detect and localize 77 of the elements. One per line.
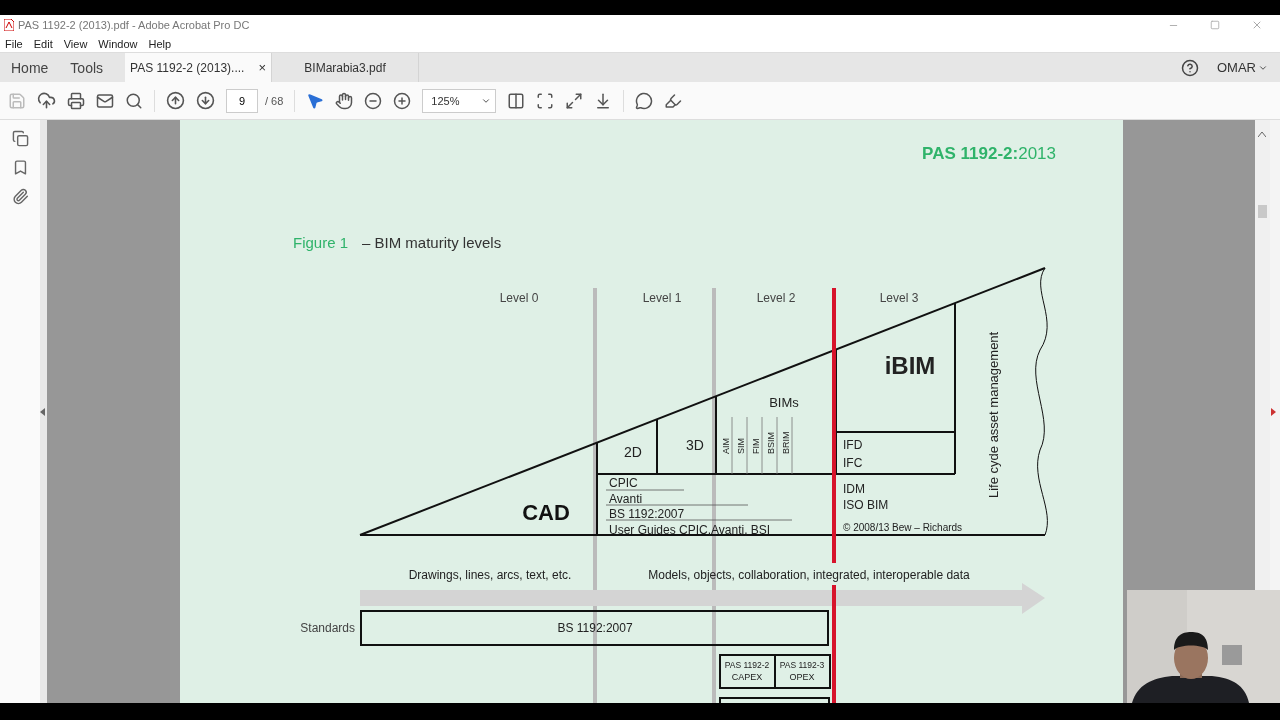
copyright-note: © 2008/13 Bew – Richards	[842, 522, 962, 533]
highlighter-icon	[664, 91, 683, 110]
menu-item[interactable]: Help	[148, 37, 172, 50]
search-icon	[125, 91, 143, 110]
fit-page-icon	[536, 91, 555, 110]
close-icon[interactable]	[1251, 19, 1263, 31]
level-1-item: BS 1192:2007	[608, 507, 684, 521]
tab-close-button[interactable]: ×	[258, 60, 266, 75]
figure-title: – BIM maturity levels	[361, 234, 501, 251]
pdf-file-icon	[4, 19, 14, 31]
scroll-up-icon[interactable]	[1258, 132, 1266, 137]
scrollbar-thumb[interactable]	[1258, 205, 1267, 218]
ibim-label: iBIM	[884, 352, 935, 379]
page-count: / 68	[265, 94, 284, 107]
pas-phase: CAPEX	[731, 672, 762, 682]
full-screen-icon	[565, 91, 584, 110]
pas-phase: OPEX	[789, 672, 814, 682]
level-1-item: User Guides CPIC,Avanti, BSI	[608, 522, 770, 537]
print-icon	[67, 91, 85, 110]
hand-icon	[335, 91, 354, 110]
lifecycle-label: Life cyde asset management	[985, 331, 1001, 498]
level-label: Level 0	[499, 291, 538, 305]
upload-icon	[37, 91, 56, 110]
menu-item[interactable]: File	[5, 37, 23, 50]
zoom-in-icon	[393, 91, 412, 110]
tab-label: BIMarabia3.pdf	[304, 60, 386, 75]
attachment-icon	[11, 188, 29, 205]
collapse-arrow-icon[interactable]	[40, 407, 46, 416]
bim-type-label: FIM	[750, 438, 761, 454]
scroll-mode-icon	[507, 91, 526, 110]
bim-type-label: AIM	[720, 438, 731, 454]
pas-code: PAS 1192-2	[724, 660, 769, 670]
pas-code: PAS 1192-3	[779, 660, 824, 670]
next-page-icon	[196, 91, 215, 110]
mail-icon	[96, 91, 114, 110]
level-3-standard: IDM	[842, 482, 865, 496]
nav-link[interactable]: Tools	[59, 53, 115, 82]
bim-type-label: BSIM	[765, 432, 776, 454]
standard-name: BS 1192:2007	[556, 621, 633, 635]
menu-item[interactable]: Window	[98, 37, 138, 50]
comment-icon	[635, 91, 654, 110]
standards-label: Standards	[299, 621, 355, 635]
level-3-standard: ISO BIM	[842, 498, 888, 512]
bim-type-label: BRIM	[780, 431, 791, 454]
cad-label: CAD	[521, 500, 570, 525]
nav-link[interactable]: Home	[0, 53, 60, 82]
level-label: Level 3	[879, 291, 918, 305]
level-1-item: Avanti	[608, 491, 642, 506]
pas-frame	[718, 654, 776, 689]
menu-item[interactable]: Edit	[33, 37, 53, 50]
tab-label: PAS 1192-2 (2013)....	[130, 60, 245, 75]
page-number-field[interactable]: 9	[226, 88, 258, 113]
level-label: Level 2	[756, 291, 795, 305]
level-3-item: IFC	[842, 456, 862, 470]
bim-type-label: SIM	[735, 438, 746, 454]
previous-page-icon	[166, 91, 185, 110]
expand-arrow-icon[interactable]	[1270, 407, 1276, 416]
zoom-dropdown[interactable]: 125%	[422, 88, 497, 113]
level-label: Level 1	[642, 291, 681, 305]
window-title: PAS 1192-2 (2013).pdf - Adobe Acrobat Pro DC	[18, 19, 251, 31]
2d-label: 2D	[623, 444, 642, 460]
menu-item[interactable]: View	[63, 37, 88, 50]
bims-label: BIMs	[768, 395, 799, 410]
level-1-item: CPIC	[608, 476, 638, 490]
arrow-caption: Drawings, lines, arcs, text, etc.	[408, 568, 571, 582]
pages-icon	[11, 130, 29, 147]
document-header: PAS 1192-2:2013	[921, 144, 1056, 163]
arrow-caption: Models, objects, collaboration, integrated, interoperable data	[647, 568, 970, 582]
3d-label: 3D	[685, 437, 704, 453]
document-tab[interactable]: PAS 1192-2 (2013).... ×	[125, 53, 273, 82]
account-menu[interactable]: OMAR	[1199, 53, 1280, 82]
figure-label: Figure 1	[292, 234, 348, 251]
zoom-out-icon	[364, 91, 383, 110]
pas-frame	[773, 654, 831, 689]
level-3-item: IFD	[842, 438, 862, 452]
pointer-icon	[306, 91, 325, 110]
save-icon	[8, 91, 26, 110]
